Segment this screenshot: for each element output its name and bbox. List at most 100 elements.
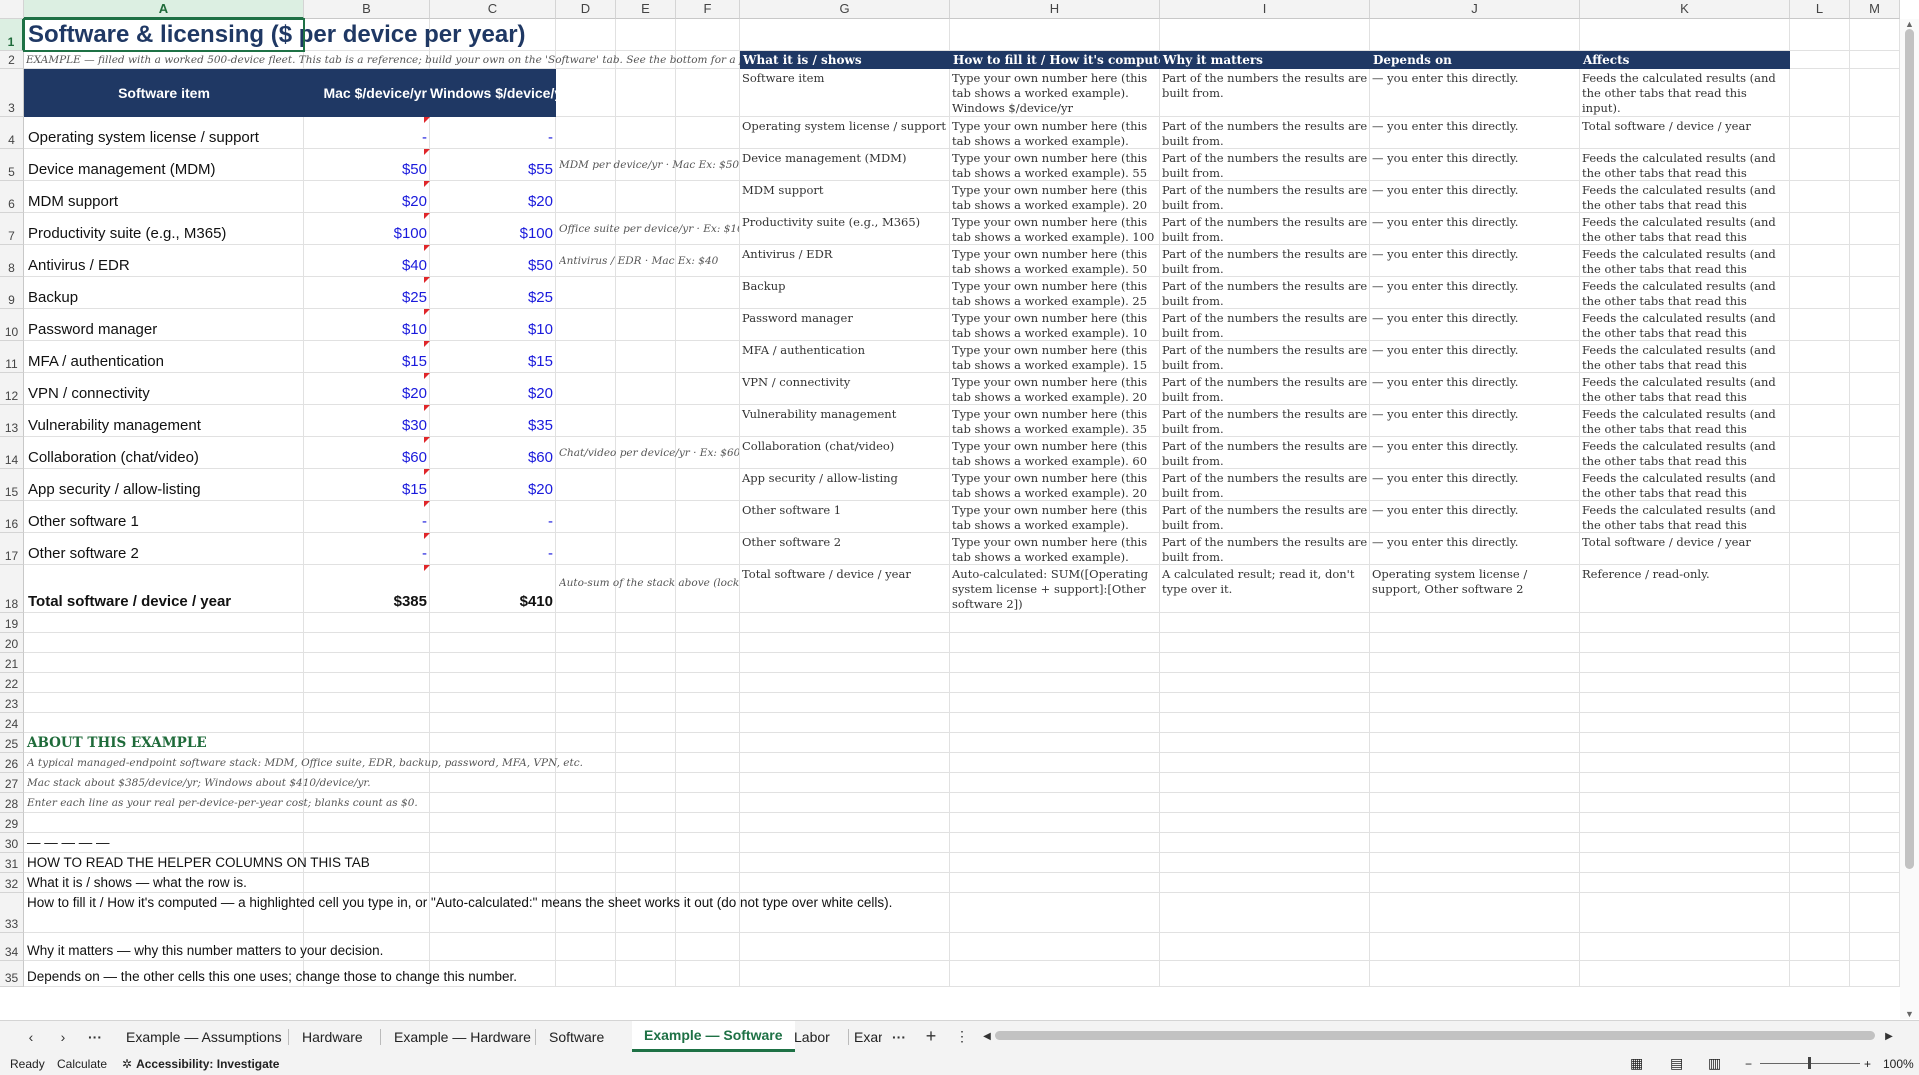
- mac-cost-input[interactable]: -: [304, 117, 430, 149]
- column-header-a[interactable]: A: [24, 0, 304, 19]
- windows-cost-input[interactable]: $100: [430, 213, 556, 245]
- row-header-21[interactable]: 21: [0, 653, 24, 673]
- column-header-j[interactable]: J: [1370, 0, 1580, 19]
- column-header-i[interactable]: I: [1160, 0, 1370, 19]
- mac-cost-input[interactable]: $40: [304, 245, 430, 277]
- comment-indicator[interactable]: [424, 501, 430, 507]
- row-header-32[interactable]: 32: [0, 873, 24, 893]
- row-header-22[interactable]: 22: [0, 673, 24, 693]
- zoom-slider[interactable]: [1760, 1052, 1860, 1075]
- sheet-tab[interactable]: Labor: [782, 1021, 842, 1052]
- row-header-27[interactable]: 27: [0, 773, 24, 793]
- mac-cost-input[interactable]: $15: [304, 341, 430, 373]
- comment-indicator[interactable]: [424, 213, 430, 219]
- windows-cost-input[interactable]: $10: [430, 309, 556, 341]
- mac-cost-input[interactable]: $15: [304, 469, 430, 501]
- column-header-c[interactable]: C: [430, 0, 556, 19]
- sheet-tab[interactable]: Example — Hardware: [382, 1021, 543, 1052]
- comment-indicator[interactable]: [424, 437, 430, 443]
- mac-cost-input[interactable]: -: [304, 533, 430, 565]
- row-header-6[interactable]: 6: [0, 181, 24, 213]
- mac-cost-input[interactable]: $10: [304, 309, 430, 341]
- comment-indicator[interactable]: [424, 245, 430, 251]
- windows-cost-input[interactable]: $20: [430, 469, 556, 501]
- scroll-left-icon[interactable]: ◀: [980, 1021, 994, 1052]
- sheet-tab[interactable]: Software: [537, 1021, 616, 1052]
- row-header-5[interactable]: 5: [0, 149, 24, 181]
- sheet-tab[interactable]: Hardware: [290, 1021, 375, 1052]
- comment-indicator[interactable]: [424, 469, 430, 475]
- mac-cost-input[interactable]: -: [304, 501, 430, 533]
- windows-cost-input[interactable]: -: [430, 117, 556, 149]
- mac-cost-input[interactable]: $25: [304, 277, 430, 309]
- row-header-14[interactable]: 14: [0, 437, 24, 469]
- column-header-d[interactable]: D: [556, 0, 616, 19]
- comment-indicator[interactable]: [424, 181, 430, 187]
- column-header-k[interactable]: K: [1580, 0, 1790, 19]
- row-header-18[interactable]: 18: [0, 565, 24, 613]
- column-header-l[interactable]: L: [1790, 0, 1850, 19]
- chevron-right-icon[interactable]: ›: [52, 1021, 74, 1052]
- vertical-scroll-thumb[interactable]: [1905, 29, 1914, 869]
- options-icon[interactable]: ⋮: [955, 1021, 969, 1052]
- windows-cost-input[interactable]: -: [430, 533, 556, 565]
- mac-cost-input[interactable]: $50: [304, 149, 430, 181]
- more-icon[interactable]: ···: [84, 1021, 106, 1052]
- row-header-8[interactable]: 8: [0, 245, 24, 277]
- vertical-scrollbar[interactable]: ▲ ▼: [1900, 19, 1919, 1019]
- zoom-out-icon[interactable]: −: [1745, 1052, 1752, 1075]
- comment-indicator[interactable]: [424, 373, 430, 379]
- scroll-up-icon[interactable]: ▲: [1905, 19, 1914, 29]
- windows-cost-input[interactable]: $15: [430, 341, 556, 373]
- sheet-tab[interactable]: Exam: [850, 1021, 882, 1052]
- row-header-19[interactable]: 19: [0, 613, 24, 633]
- comment-indicator[interactable]: [424, 309, 430, 315]
- sheet-tab[interactable]: Example — Software: [632, 1021, 795, 1052]
- row-header-16[interactable]: 16: [0, 501, 24, 533]
- row-header-15[interactable]: 15: [0, 469, 24, 501]
- comment-indicator[interactable]: [424, 341, 430, 347]
- scroll-right-icon[interactable]: ▶: [1882, 1021, 1896, 1052]
- row-header-24[interactable]: 24: [0, 713, 24, 733]
- more-icon[interactable]: ···: [888, 1021, 910, 1052]
- calculate-button[interactable]: Calculate: [57, 1052, 107, 1075]
- row-header-26[interactable]: 26: [0, 753, 24, 773]
- windows-cost-input[interactable]: $60: [430, 437, 556, 469]
- accessibility-button[interactable]: ✲ Accessibility: Investigate: [122, 1052, 279, 1075]
- add-sheet-icon[interactable]: +: [920, 1021, 942, 1052]
- active-cell-a1[interactable]: [23, 18, 305, 52]
- mac-cost-input[interactable]: $20: [304, 373, 430, 405]
- row-header-1[interactable]: 1: [0, 19, 24, 51]
- normal-view-icon[interactable]: ▦: [1630, 1052, 1643, 1075]
- row-header-4[interactable]: 4: [0, 117, 24, 149]
- row-header-9[interactable]: 9: [0, 277, 24, 309]
- row-header-31[interactable]: 31: [0, 853, 24, 873]
- zoom-in-icon[interactable]: +: [1864, 1052, 1871, 1075]
- row-header-2[interactable]: 2: [0, 51, 24, 69]
- spreadsheet-grid[interactable]: A B C D E F G H I J K L M 1 2 3 4 5 6 7 8 9 10 11 12 13 14 15 16 17 18…: [0, 0, 1900, 1020]
- row-header-35[interactable]: 35: [0, 961, 24, 987]
- comment-indicator[interactable]: [424, 533, 430, 539]
- windows-cost-input[interactable]: -: [430, 501, 556, 533]
- column-header-h[interactable]: H: [950, 0, 1160, 19]
- column-header-f[interactable]: F: [676, 0, 740, 19]
- comment-indicator[interactable]: [424, 149, 430, 155]
- chevron-left-icon[interactable]: ‹: [20, 1021, 42, 1052]
- row-header-28[interactable]: 28: [0, 793, 24, 813]
- windows-cost-input[interactable]: $25: [430, 277, 556, 309]
- column-header-e[interactable]: E: [616, 0, 676, 19]
- row-header-34[interactable]: 34: [0, 933, 24, 961]
- mac-cost-input[interactable]: $60: [304, 437, 430, 469]
- sheet-tab[interactable]: Example — Assumptions: [114, 1021, 294, 1052]
- scroll-down-icon[interactable]: ▼: [1905, 1009, 1914, 1019]
- row-header-17[interactable]: 17: [0, 533, 24, 565]
- row-header-13[interactable]: 13: [0, 405, 24, 437]
- column-header-g[interactable]: G: [740, 0, 950, 19]
- windows-cost-input[interactable]: $35: [430, 405, 556, 437]
- mac-cost-input[interactable]: $100: [304, 213, 430, 245]
- windows-cost-input[interactable]: $20: [430, 181, 556, 213]
- row-header-12[interactable]: 12: [0, 373, 24, 405]
- column-header-m[interactable]: M: [1850, 0, 1900, 19]
- page-break-icon[interactable]: ▥: [1708, 1052, 1721, 1075]
- horizontal-scroll-thumb[interactable]: [995, 1031, 1875, 1040]
